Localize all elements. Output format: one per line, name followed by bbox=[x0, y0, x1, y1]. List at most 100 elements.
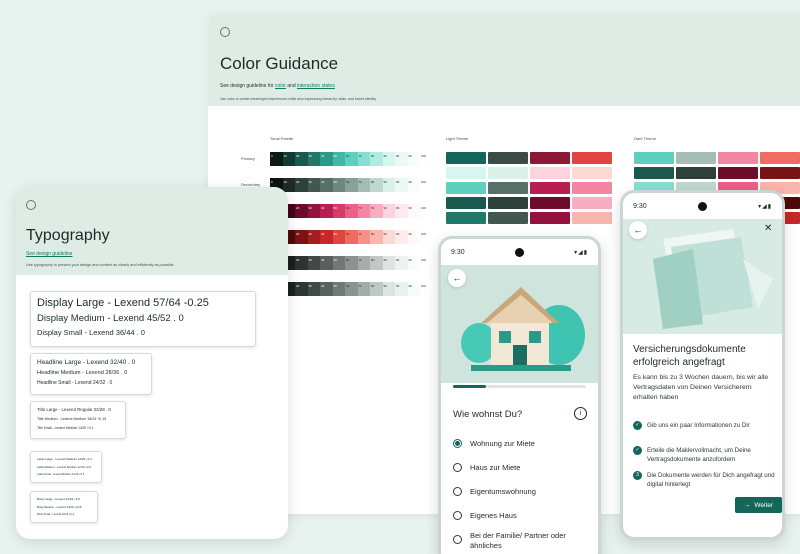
option-label: Bei der Familie/ Partner oder ähnliches bbox=[470, 531, 566, 550]
radio-selected-icon[interactable] bbox=[453, 439, 462, 448]
body-large-sample: Body Large - Lexend 16/24 +0.5 bbox=[37, 497, 80, 501]
tone-swatch: 100 bbox=[420, 178, 433, 192]
headline-styles-box: Headline Large - Lexend 32/40 . 0 Headli… bbox=[30, 353, 152, 395]
question-title: Wie wohnst Du? bbox=[453, 409, 523, 420]
row-label-primary: Primary bbox=[241, 156, 255, 161]
info-icon[interactable]: i bbox=[574, 407, 587, 420]
tone-swatch: 50 bbox=[332, 282, 345, 296]
tone-swatch: 40 bbox=[320, 152, 333, 166]
theme-swatch bbox=[676, 167, 716, 179]
typography-guideline-link[interactable]: See design guideline bbox=[26, 251, 278, 257]
radio-icon[interactable] bbox=[453, 535, 462, 544]
tone-swatch: 20 bbox=[295, 282, 308, 296]
status-bar: 9:30 ▾◢▮ bbox=[623, 193, 782, 219]
signal-battery-icon: ▾◢▮ bbox=[758, 203, 772, 210]
status-bar: 9:30 ▾◢▮ bbox=[441, 239, 598, 265]
progress-bar bbox=[453, 385, 586, 388]
tone-swatch: 20 bbox=[295, 204, 308, 218]
step-3: 3 Die Dokumente werden für Dich angefrag… bbox=[633, 471, 778, 489]
tone-swatch: 80 bbox=[370, 230, 383, 244]
dark-theme-title: Dark Theme bbox=[634, 136, 656, 141]
brand-logo-icon bbox=[26, 200, 36, 210]
progress-fill bbox=[453, 385, 487, 388]
option-eigentumswohnung[interactable]: Eigentumswohnung bbox=[453, 487, 536, 496]
tone-swatch: 99 bbox=[407, 204, 420, 218]
tone-swatch: 80 bbox=[370, 256, 383, 270]
theme-swatch bbox=[446, 197, 486, 209]
tonal-palette-title: Tonal Palette bbox=[270, 136, 294, 141]
tone-swatch: 95 bbox=[395, 282, 408, 296]
option-wohnung-zur-miete[interactable]: Wohnung zur Miete bbox=[453, 439, 535, 448]
typography-title: Typography bbox=[26, 227, 110, 244]
tone-swatch: 60 bbox=[345, 152, 358, 166]
tone-swatch: 30 bbox=[307, 256, 320, 270]
option-bei-der-familie[interactable]: Bei der Familie/ Partner oder ähnliches bbox=[453, 531, 583, 551]
intro-text: See design guideline for bbox=[220, 83, 274, 89]
tone-swatch: 20 bbox=[295, 178, 308, 192]
tone-swatch: 20 bbox=[295, 152, 308, 166]
theme-swatch bbox=[446, 182, 486, 194]
tone-swatch: 90 bbox=[382, 152, 395, 166]
theme-swatch bbox=[572, 197, 612, 209]
theme-swatch bbox=[572, 212, 612, 224]
check-icon: ✓ bbox=[633, 446, 642, 455]
option-eigenes-haus[interactable]: Eigenes Haus bbox=[453, 511, 517, 520]
tone-swatch: 40 bbox=[320, 230, 333, 244]
theme-swatch bbox=[760, 167, 800, 179]
back-button[interactable]: ← bbox=[448, 269, 466, 287]
tone-swatch: 30 bbox=[307, 152, 320, 166]
typography-card: Typography See design guideline Use typo… bbox=[16, 187, 288, 539]
back-button[interactable]: ← bbox=[629, 221, 647, 239]
tone-swatch: 40 bbox=[320, 178, 333, 192]
phone-confirmation: 9:30 ▾◢▮ ← ✕ Versicherungsdokumente erfo… bbox=[620, 190, 785, 540]
color-link[interactable]: color bbox=[275, 83, 286, 89]
tone-swatch: 50 bbox=[332, 204, 345, 218]
radio-icon[interactable] bbox=[453, 487, 462, 496]
phone-questionnaire: 9:30 ▾◢▮ ← Wie wohnst Du? i Wohnung zur … bbox=[438, 236, 601, 554]
tone-swatch: 90 bbox=[382, 256, 395, 270]
tonal-row-neutral-variant: 01020304050607080909599100 bbox=[270, 282, 433, 296]
theme-swatch bbox=[718, 152, 758, 164]
label-small-sample: Label Small - Lexend Medium 11/16 +0.5 bbox=[37, 473, 85, 476]
color-guidance-intro: See design guideline for color and inter… bbox=[220, 83, 796, 89]
tone-swatch: 70 bbox=[357, 204, 370, 218]
camera-cutout-icon bbox=[697, 201, 707, 211]
theme-swatch bbox=[446, 152, 486, 164]
interaction-states-link[interactable]: interaction states bbox=[297, 83, 335, 89]
brand-logo-icon bbox=[220, 27, 230, 37]
next-button[interactable]: → Weiter bbox=[735, 497, 782, 513]
tone-swatch: 60 bbox=[345, 282, 358, 296]
label-styles-box: Label Large - Lexend Medium 14/20 +0.1 L… bbox=[30, 451, 102, 483]
tonal-row-primary: 0 10 20 30 40 50 60 70 80 90 95 99 100 bbox=[270, 152, 433, 166]
color-guidance-header: Color Guidance See design guideline for … bbox=[208, 14, 800, 106]
tone-swatch: 20 bbox=[295, 230, 308, 244]
intro-and-text: and bbox=[287, 83, 296, 89]
theme-swatch bbox=[530, 212, 570, 224]
status-time: 9:30 bbox=[451, 248, 465, 256]
radio-icon[interactable] bbox=[453, 463, 462, 472]
theme-swatch bbox=[530, 167, 570, 179]
tone-swatch: 50 bbox=[332, 256, 345, 270]
theme-swatch bbox=[572, 182, 612, 194]
step-2: ✓ Erteile die Maklervollmacht, um Deine … bbox=[633, 446, 778, 464]
tonal-row-error: 01020304050607080909599100 bbox=[270, 230, 433, 244]
option-haus-zur-miete[interactable]: Haus zur Miete bbox=[453, 463, 520, 472]
tone-swatch: 70 bbox=[357, 152, 370, 166]
tone-swatch: 60 bbox=[345, 230, 358, 244]
step-text: Die Dokumente werden für Dich angefragt … bbox=[647, 472, 775, 488]
tone-swatch: 50 bbox=[332, 178, 345, 192]
display-small-sample: Display Small - Lexend 36/44 . 0 bbox=[37, 328, 145, 337]
headline-large-sample: Headline Large - Lexend 32/40 . 0 bbox=[37, 359, 136, 366]
option-label: Haus zur Miete bbox=[470, 463, 521, 472]
tone-swatch: 30 bbox=[307, 178, 320, 192]
tone-swatch: 30 bbox=[307, 282, 320, 296]
color-guidance-title: Color Guidance bbox=[220, 54, 339, 73]
tone-swatch: 70 bbox=[357, 282, 370, 296]
title-small-sample: Title Small - Lexend Medium 14/20 +0.1 bbox=[37, 426, 94, 430]
title-styles-box: Title Large - Lexend Regular 22/28 . 0 T… bbox=[30, 401, 126, 439]
tone-swatch: 95 bbox=[395, 152, 408, 166]
radio-icon[interactable] bbox=[453, 511, 462, 520]
body-small-sample: Body Small - Lexend 12/16 +0.4 bbox=[37, 513, 74, 516]
step-1: ✓ Gib uns ein paar Informationen zu Dir bbox=[633, 421, 778, 430]
close-icon[interactable]: ✕ bbox=[764, 223, 772, 234]
